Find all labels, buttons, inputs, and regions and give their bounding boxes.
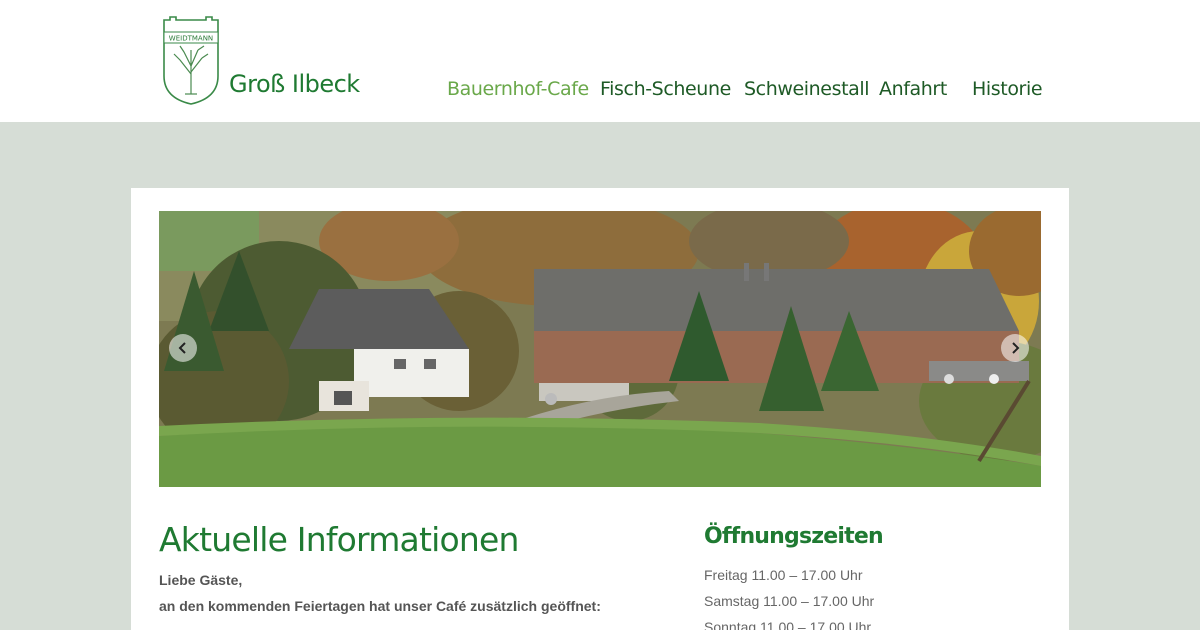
svg-text:WEIDTMANN: WEIDTMANN (169, 35, 213, 43)
nav-item-historie[interactable]: Historie (972, 78, 1043, 100)
farm-landscape-image (159, 211, 1041, 487)
news-greeting: Liebe Gäste, (159, 572, 243, 588)
main-nav: Bauernhof-Cafe Fisch-Scheune Schweinesta… (0, 78, 1200, 108)
nav-item-fisch-scheune[interactable]: Fisch-Scheune (600, 78, 731, 100)
news-text: an den kommenden Feiertagen hat unser Ca… (159, 598, 601, 614)
opening-hours-item: Freitag 11.00 – 17.00 Uhr (704, 567, 863, 583)
opening-hours-item: Samstag 11.00 – 17.00 Uhr (704, 593, 875, 609)
nav-item-schweinestall[interactable]: Schweinestall (744, 78, 870, 100)
news-heading: Aktuelle Informationen (159, 520, 519, 559)
slider-next-button[interactable] (1001, 334, 1029, 362)
nav-item-anfahrt[interactable]: Anfahrt (879, 78, 947, 100)
chevron-left-icon (178, 342, 186, 354)
opening-hours-item: Sonntag 11.00 – 17.00 Uhr (704, 619, 872, 630)
nav-item-bauernhof-cafe[interactable]: Bauernhof-Cafe (447, 78, 589, 100)
slider-prev-button[interactable] (169, 334, 197, 362)
opening-hours-list: Freitag 11.00 – 17.00 Uhr Samstag 11.00 … (704, 566, 874, 630)
opening-hours-heading: Öffnungszeiten (704, 524, 884, 549)
site-header: WEIDTMANN Groß Ilbeck Bauernhof-Cafe Fis… (0, 0, 1200, 122)
image-slider (159, 211, 1041, 487)
chevron-right-icon (1012, 342, 1020, 354)
